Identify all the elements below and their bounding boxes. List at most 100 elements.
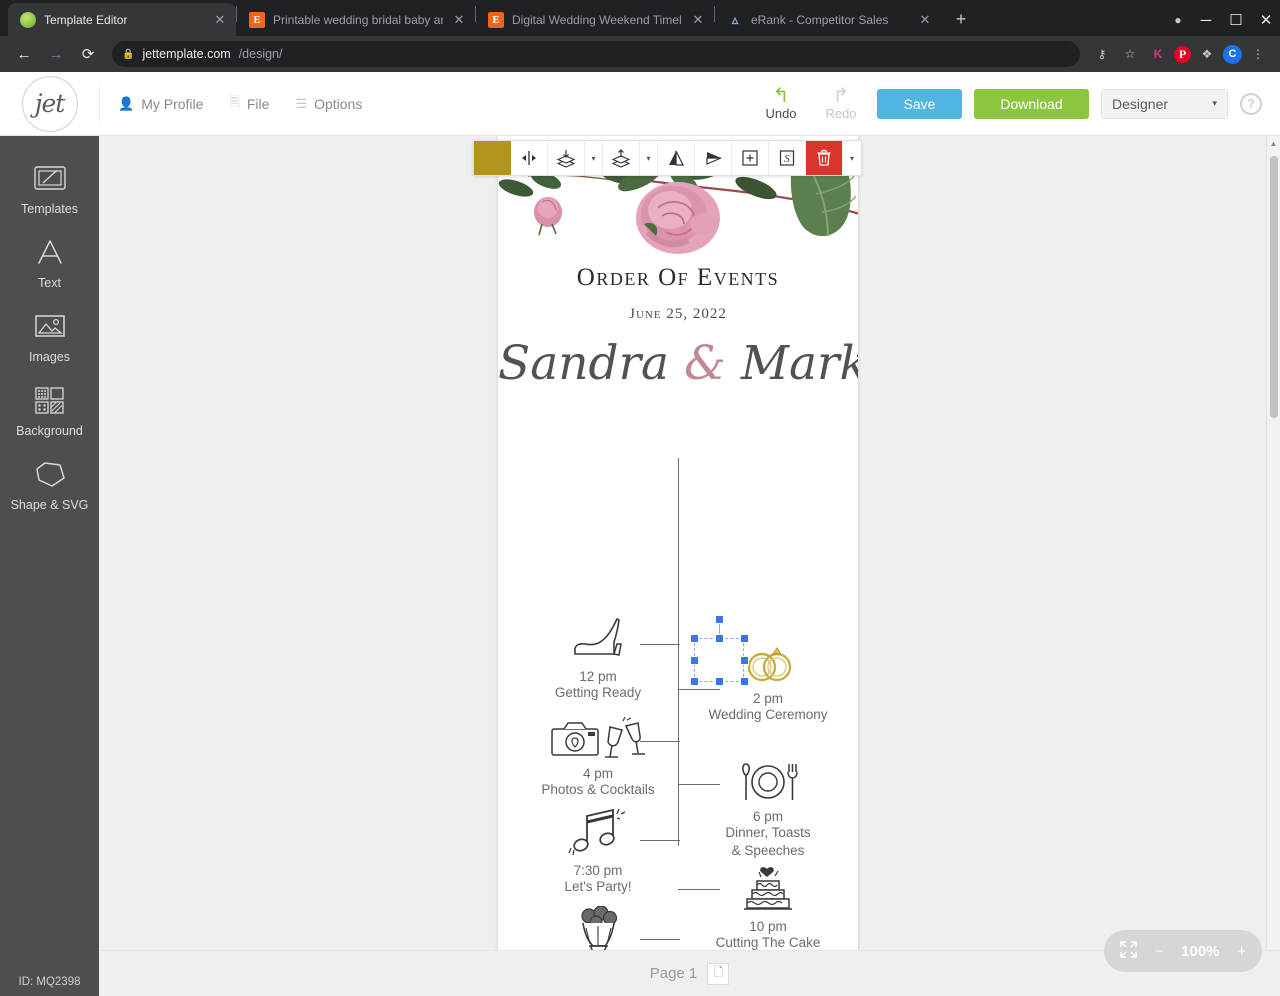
browser-menu-icon[interactable]: ⋮	[1246, 42, 1270, 66]
tab-close-icon[interactable]: ✕	[917, 12, 933, 28]
flip-vertical-icon[interactable]	[695, 141, 732, 175]
browser-tab-3[interactable]: ▵ eRank - Competitor Sales ✕	[715, 3, 941, 36]
more-options-caret[interactable]: ▾	[843, 141, 861, 175]
snap-icon[interactable]: S	[769, 141, 806, 175]
header-actions: ↰ Undo ↱ Redo Save Download Designer ▾ ?	[757, 86, 1280, 121]
duplicate-icon[interactable]	[732, 141, 769, 175]
zoom-out-button[interactable]: −	[1155, 943, 1164, 960]
bring-forward-caret[interactable]: ▾	[585, 141, 603, 175]
timeline-name: Wedding Ceremony	[708, 707, 828, 722]
resize-handle-n[interactable]	[715, 634, 724, 643]
tab-title: Digital Wedding Weekend Timeli	[512, 12, 682, 27]
new-tab-button[interactable]: +	[947, 5, 975, 33]
browser-tab-0[interactable]: Template Editor ✕	[8, 3, 236, 36]
sidebar-item-shape-svg[interactable]: Shape & SVG	[0, 448, 99, 522]
flip-horizontal-icon[interactable]	[658, 141, 695, 175]
forward-button[interactable]: →	[42, 40, 70, 68]
undo-button[interactable]: ↰ Undo	[757, 86, 805, 121]
tab-close-icon[interactable]: ✕	[451, 12, 467, 28]
align-center-icon[interactable]	[511, 141, 548, 175]
zoom-percent-label: 100%	[1181, 942, 1220, 960]
save-button[interactable]: Save	[877, 88, 962, 119]
rotate-handle[interactable]	[715, 615, 724, 624]
send-backward-caret[interactable]: ▾	[640, 141, 658, 175]
download-button[interactable]: Download	[974, 88, 1089, 119]
window-minimize-button[interactable]: ─	[1192, 6, 1220, 34]
sidebar-item-templates[interactable]: Templates	[0, 152, 99, 226]
kickstarter-extension-icon[interactable]: K	[1146, 42, 1170, 66]
designer-dropdown[interactable]: Designer ▾	[1101, 88, 1228, 119]
timeline-item-wedding-ceremony[interactable]: 2 pm Wedding Ceremony	[688, 615, 848, 724]
resize-handle-ne[interactable]	[740, 634, 749, 643]
selection-bounding-box	[694, 638, 744, 682]
menu-file[interactable]: 🗏 File	[229, 93, 269, 115]
redo-button[interactable]: ↱ Redo	[817, 86, 865, 121]
scrollbar-thumb[interactable]	[1270, 156, 1278, 418]
etsy-icon: E	[488, 11, 504, 28]
ampersand: &	[684, 336, 726, 391]
images-icon	[31, 311, 69, 341]
sidebar-item-label: Text	[38, 276, 61, 290]
scroll-up-arrow-icon[interactable]: ▲	[1267, 136, 1280, 150]
canvas-scrollbar[interactable]: ▲	[1266, 136, 1280, 996]
browser-tab-2[interactable]: E Digital Wedding Weekend Timeli ✕	[476, 3, 714, 36]
tab-close-icon[interactable]: ✕	[690, 12, 706, 28]
bride-name: Sandra	[498, 336, 670, 391]
lock-icon: 🔒	[122, 48, 135, 60]
bookmark-star-icon[interactable]: ☆	[1118, 42, 1142, 66]
sidebar-item-text[interactable]: Text	[0, 226, 99, 300]
window-maximize-button[interactable]: ☐	[1222, 6, 1250, 34]
back-button[interactable]: ←	[10, 40, 38, 68]
file-icon: 🗏	[229, 93, 240, 109]
browser-tab-1[interactable]: E Printable wedding bridal baby an ✕	[237, 3, 475, 36]
resize-handle-e[interactable]	[740, 656, 749, 665]
pinterest-extension-icon[interactable]: P	[1174, 45, 1191, 63]
timeline-name-line2: & Speeches	[731, 843, 805, 858]
profile-avatar-icon[interactable]: C	[1223, 44, 1242, 64]
timeline-item-dinner[interactable]: 6 pm Dinner, Toasts & Speeches	[688, 754, 848, 860]
timeline-axis	[678, 458, 680, 846]
tab-close-icon[interactable]: ✕	[212, 12, 228, 28]
resize-handle-s[interactable]	[715, 677, 724, 686]
resize-handle-w[interactable]	[690, 656, 699, 665]
menu-options[interactable]: ☰ Options	[295, 96, 362, 112]
document-page[interactable]: Order Of Events June 25, 2022 Sandra & M…	[498, 136, 858, 996]
password-key-icon[interactable]: ⚷	[1090, 42, 1114, 66]
bring-forward-icon[interactable]	[548, 141, 585, 175]
dinner-plate-icon	[688, 754, 848, 802]
fill-color-swatch[interactable]	[474, 141, 511, 175]
menu-label: Options	[314, 95, 363, 112]
canvas-area[interactable]: ▾ ▾ S ▾ Order Of Events June 25, 2022 Sa…	[99, 136, 1280, 996]
resize-handle-sw[interactable]	[690, 677, 699, 686]
object-toolbar: ▾ ▾ S ▾	[473, 140, 862, 176]
music-notes-icon	[518, 808, 678, 856]
resize-handle-se[interactable]	[740, 677, 749, 686]
delete-icon[interactable]	[806, 141, 843, 175]
sidebar-item-images[interactable]: Images	[0, 300, 99, 374]
zoom-in-button[interactable]: +	[1237, 943, 1246, 960]
fit-screen-icon[interactable]	[1120, 940, 1137, 962]
puzzle-extensions-icon[interactable]: ❖	[1195, 42, 1219, 66]
timeline-time: 10 pm	[749, 919, 787, 934]
help-icon[interactable]: ?	[1240, 92, 1262, 115]
page-title: Order Of Events	[576, 264, 780, 291]
timeline-item-getting-ready[interactable]: 12 pm Getting Ready	[518, 614, 678, 702]
document-page-wrapper: Order Of Events June 25, 2022 Sandra & M…	[498, 136, 858, 996]
couple-names: Sandra & Mark	[498, 336, 858, 391]
window-close-button[interactable]: ✕	[1252, 6, 1280, 34]
timeline-item-party[interactable]: 7:30 pm Let's Party!	[518, 808, 678, 896]
zoom-control: − 100% +	[1104, 930, 1262, 972]
menu-my-profile[interactable]: 👤 My Profile	[118, 96, 203, 112]
reload-button[interactable]: ⟳	[74, 40, 102, 68]
app-logo[interactable]: jet	[0, 75, 99, 132]
sidebar-item-background[interactable]: Background	[0, 374, 99, 448]
address-bar[interactable]: 🔒 jettemplate.com/design/	[112, 41, 1080, 67]
timeline-time: 7:30 pm	[573, 863, 623, 878]
timeline-item-cake[interactable]: 10 pm Cutting The Cake	[688, 864, 848, 952]
page-icon[interactable]: 🗋	[707, 962, 730, 985]
send-backward-icon[interactable]	[603, 141, 640, 175]
resize-handle-nw[interactable]	[690, 634, 699, 643]
chrome-profile-dropdown-icon[interactable]: ●	[1166, 8, 1190, 32]
timeline-item-photos-cocktails[interactable]: 4 pm Photos & Cocktails	[518, 711, 678, 799]
page-footer-bar: Page 1 🗋	[99, 950, 1280, 996]
